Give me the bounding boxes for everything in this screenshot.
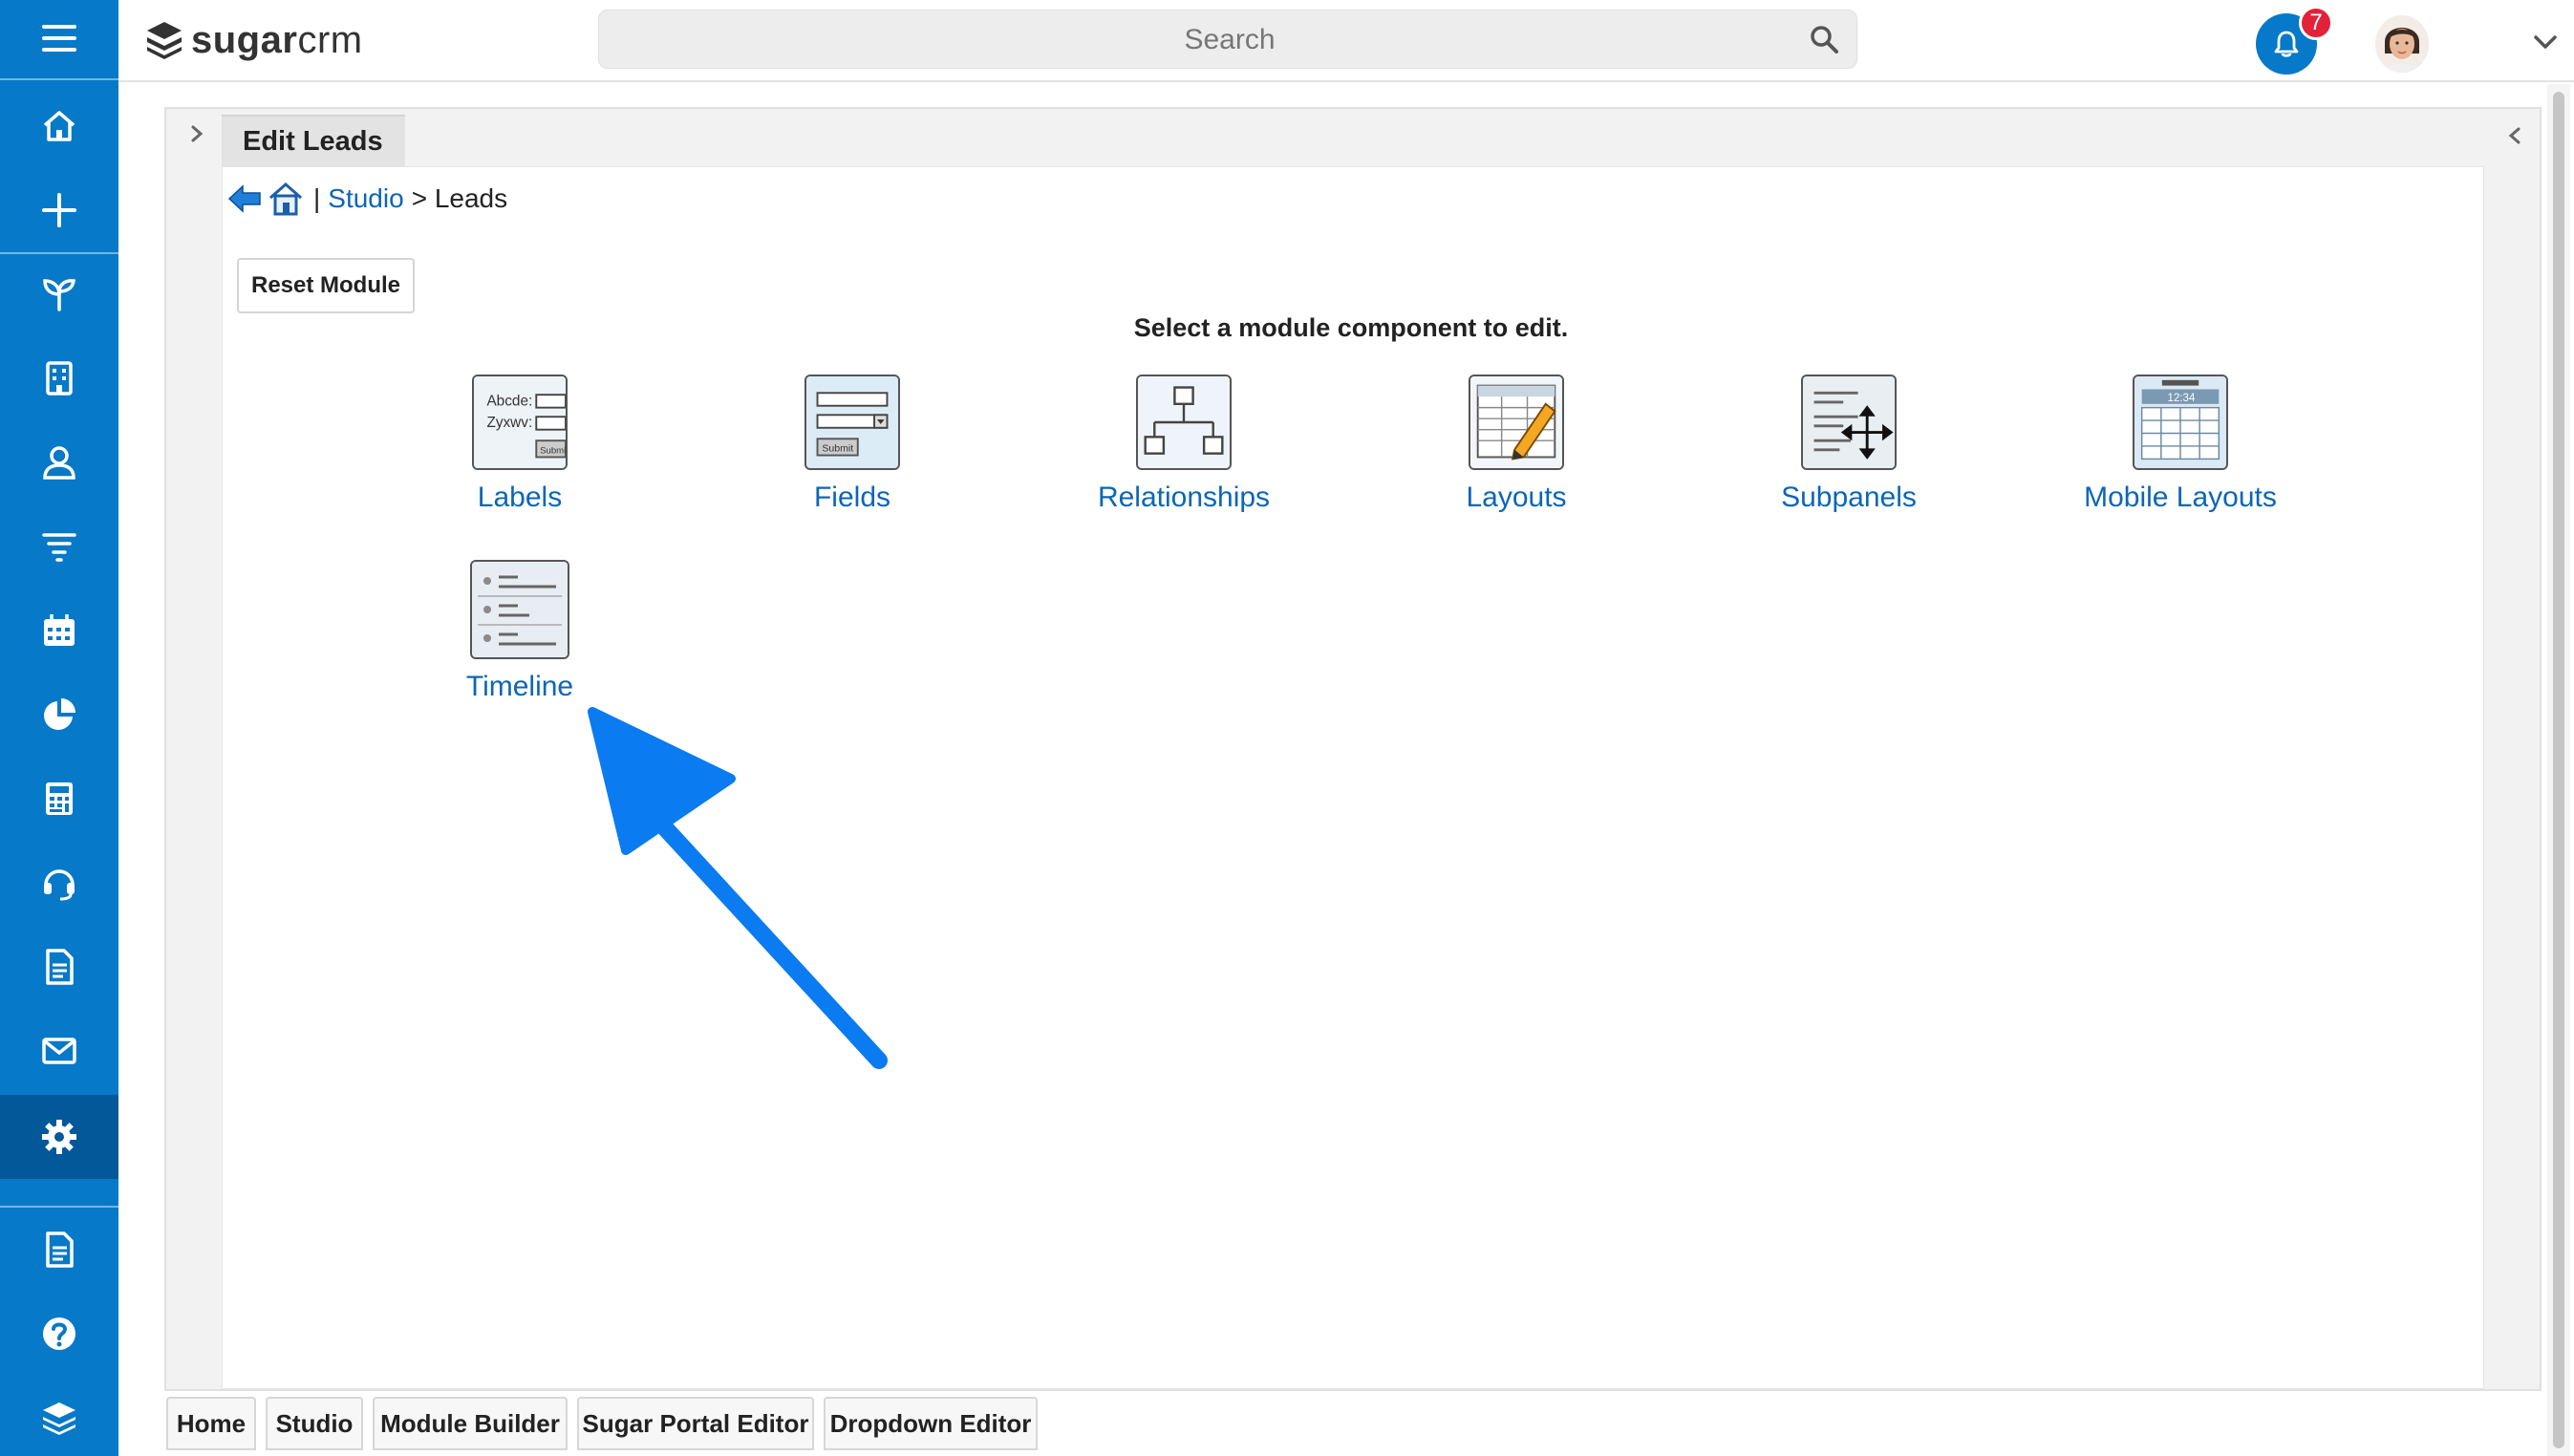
nav-opportunities[interactable]: [0, 508, 118, 585]
calculator-icon: [46, 782, 73, 815]
nav-admin[interactable]: [0, 1095, 118, 1179]
menu-icon: [42, 25, 76, 52]
subpanels-icon: [1801, 375, 1897, 470]
timeline-icon: [470, 560, 569, 659]
chevron-down-icon[interactable]: [2532, 32, 2559, 52]
global-search: [598, 10, 1860, 70]
svg-text:Submit: Submit: [822, 443, 853, 455]
building-icon: [46, 361, 73, 396]
mobile-layouts-icon: 12:34: [2133, 375, 2228, 470]
breadcrumb-current: > Leads: [411, 183, 508, 213]
labels-icon: Abcde: Zyxwv: Submit: [472, 375, 568, 470]
page-scrollbar-thumb[interactable]: [2553, 92, 2564, 1448]
pie-chart-icon: [44, 698, 75, 730]
component-timeline[interactable]: Timeline: [396, 560, 644, 732]
user-icon: [43, 446, 75, 480]
gear-icon: [42, 1120, 76, 1154]
document-icon: [46, 1231, 74, 1268]
svg-text:Submit: Submit: [540, 446, 566, 457]
component-label: Subpanels: [1781, 482, 1917, 513]
svg-text:12:34: 12:34: [2168, 393, 2196, 404]
component-layouts[interactable]: Layouts: [1392, 375, 1641, 546]
home-icon[interactable]: [268, 180, 304, 218]
component-mobile-layouts[interactable]: 12:34 Mobile Layouts: [2056, 375, 2305, 546]
breadcrumb-studio-link[interactable]: Studio: [328, 183, 403, 214]
nav-help[interactable]: [0, 1295, 118, 1372]
panel-title-tab: Edit Leads: [222, 115, 405, 166]
back-arrow-icon[interactable]: [225, 180, 264, 218]
search-input[interactable]: [599, 11, 1860, 70]
chevron-left-icon[interactable]: [2505, 124, 2524, 147]
instruction-text: Select a module component to edit.: [1133, 313, 1569, 342]
component-labels[interactable]: Abcde: Zyxwv: Submit Labels: [396, 375, 644, 546]
content-area: [222, 166, 2484, 1389]
nav-leads[interactable]: [0, 256, 118, 332]
nav-calendar[interactable]: [0, 592, 118, 669]
svg-text:Abcde:: Abcde:: [486, 394, 532, 410]
svg-text:Zyxwv:: Zyxwv:: [486, 415, 532, 431]
component-label: Relationships: [1097, 482, 1271, 513]
component-relationships[interactable]: Relationships: [1060, 375, 1308, 546]
nav-rail: [0, 0, 118, 1456]
component-label: Labels: [477, 482, 563, 513]
tab-sugar-portal-editor[interactable]: Sugar Portal Editor: [577, 1397, 814, 1450]
logo-text-crm: crm: [297, 18, 363, 61]
reset-module-button[interactable]: Reset Module: [237, 258, 415, 313]
breadcrumb: | Studio > Leads: [225, 174, 507, 224]
nav-reports[interactable]: [0, 676, 118, 753]
rail-divider: [0, 1206, 118, 1208]
component-label: Mobile Layouts: [2084, 482, 2277, 513]
sugarcrm-logo[interactable]: sugar crm: [143, 17, 363, 63]
nav-home[interactable]: [0, 88, 118, 164]
component-label: Timeline: [465, 671, 574, 702]
notification-count-badge: 7: [2299, 6, 2333, 40]
nav-quick-create[interactable]: [0, 172, 118, 248]
rail-divider: [0, 78, 118, 80]
tab-home[interactable]: Home: [166, 1397, 256, 1450]
nav-notes[interactable]: [0, 1211, 118, 1288]
fields-icon: Submit: [804, 375, 900, 470]
nav-documents[interactable]: [0, 929, 118, 1005]
funnel-icon: [42, 533, 76, 562]
headset-icon: [44, 869, 75, 901]
home-icon: [43, 111, 75, 141]
search-icon[interactable]: [1809, 24, 1839, 54]
nav-quotes[interactable]: [0, 760, 118, 837]
tab-studio[interactable]: Studio: [266, 1397, 363, 1450]
plus-icon: [42, 193, 76, 227]
logo-cube-icon: [147, 22, 182, 59]
mail-icon: [42, 1038, 76, 1064]
tab-dropdown-editor[interactable]: Dropdown Editor: [824, 1397, 1038, 1450]
component-fields[interactable]: Submit Fields: [728, 375, 976, 546]
nav-accounts[interactable]: [0, 340, 118, 417]
rail-divider: [0, 252, 118, 254]
breadcrumb-separator: |: [313, 183, 321, 213]
calendar-icon: [44, 614, 75, 646]
layouts-icon: [1469, 375, 1564, 470]
document-icon: [46, 949, 74, 985]
relationships-icon: [1136, 375, 1232, 470]
bell-icon: [2274, 31, 2299, 57]
nav-layers[interactable]: [0, 1380, 118, 1456]
nav-emails[interactable]: [0, 1013, 118, 1089]
nav-cases[interactable]: [0, 845, 118, 921]
component-label: Layouts: [1466, 482, 1567, 513]
sprout-icon: [43, 279, 75, 311]
avatar-portrait-icon: [2375, 15, 2429, 73]
menu-button[interactable]: [0, 0, 118, 76]
layers-icon: [43, 1402, 75, 1435]
nav-contacts[interactable]: [0, 424, 118, 501]
component-label: Fields: [813, 482, 891, 513]
help-icon: [43, 1317, 75, 1350]
tab-module-builder[interactable]: Module Builder: [373, 1397, 568, 1450]
logo-text-sugar: sugar: [191, 18, 298, 61]
chevron-right-icon[interactable]: [187, 122, 206, 145]
user-avatar[interactable]: [2375, 15, 2429, 73]
component-subpanels[interactable]: Subpanels: [1725, 375, 1973, 546]
